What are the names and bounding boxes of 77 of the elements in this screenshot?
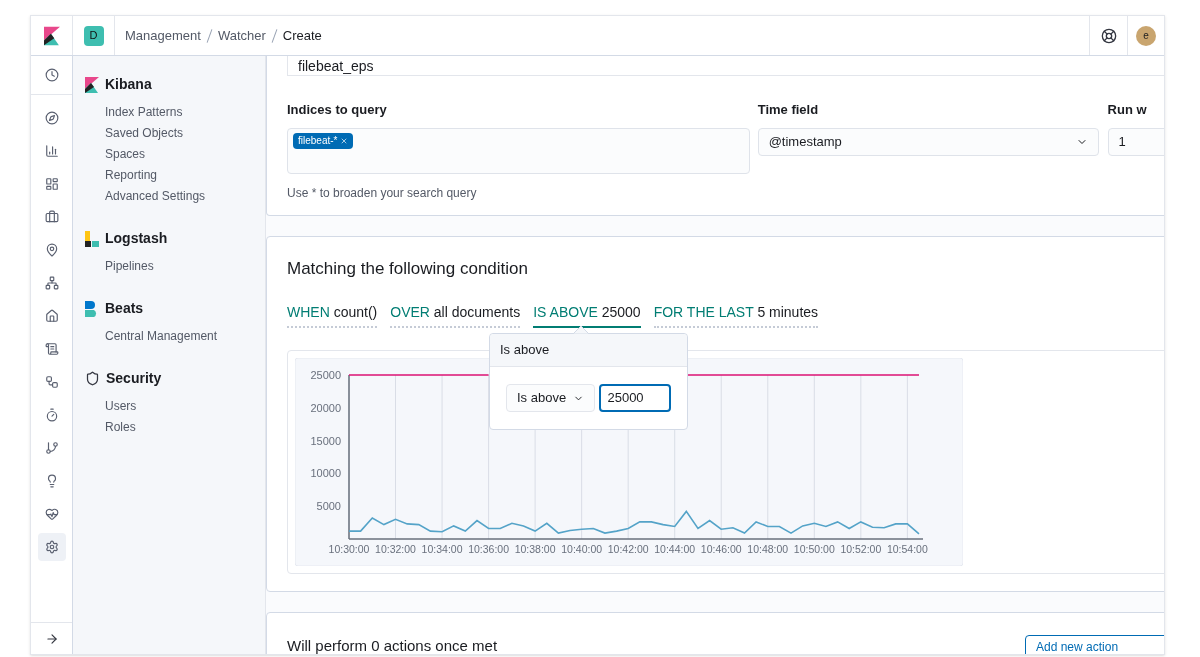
sidebar-link[interactable]: Users — [105, 396, 137, 415]
x-tick-label: 10:36:00 — [468, 542, 510, 555]
x-tick-label: 10:50:00 — [793, 542, 835, 555]
settings-icon — [44, 540, 59, 554]
breadcrumb-link[interactable]: Management — [125, 25, 201, 46]
add-action-button[interactable]: Add new action — [1025, 635, 1164, 654]
field-label: Run w — [1107, 101, 1148, 119]
bar-chart-icon — [44, 144, 59, 158]
sidebar-link[interactable]: Advanced Settings — [105, 186, 206, 205]
network-icon — [44, 276, 59, 290]
section-title: Matching the following condition — [287, 258, 529, 280]
sidebar-section-title: Kibana — [105, 75, 152, 94]
breadcrumb-link[interactable]: Watcher — [217, 25, 266, 46]
x-tick-label: 10:40:00 — [561, 542, 603, 555]
sidebar-section-title: Security — [106, 369, 162, 388]
popover-title: Is above — [500, 341, 550, 360]
x-tick-label: 10:52:00 — [840, 542, 882, 555]
index-tag[interactable]: filebeat-* — [293, 132, 354, 149]
map-pin-icon — [44, 243, 59, 257]
home-icon — [44, 309, 59, 323]
x-tick-label: 10:44:00 — [654, 542, 696, 555]
x-tick-label: 10:34:00 — [421, 542, 463, 555]
section-title: Will perform 0 actions once met — [287, 636, 498, 654]
workflow-icon — [44, 375, 59, 389]
remove-icon[interactable] — [340, 136, 349, 145]
x-tick-label: 10:48:00 — [747, 542, 789, 555]
user-avatar[interactable]: e — [1136, 25, 1156, 46]
condition-clause[interactable]: WHEN count() — [287, 301, 378, 328]
comparator-select[interactable]: Is above — [506, 384, 596, 412]
space-badge[interactable]: D — [83, 25, 104, 46]
dashboard-icon — [44, 177, 59, 191]
y-tick-label: 10000 — [310, 466, 341, 479]
field-label: Indices to query — [287, 101, 388, 119]
x-tick-label: 10:38:00 — [514, 542, 556, 555]
condition-clause[interactable]: IS ABOVE 25000 — [533, 301, 641, 328]
compass-icon — [44, 111, 59, 125]
shield-icon — [85, 371, 100, 386]
x-tick-label: 10:42:00 — [607, 542, 649, 555]
sidebar-link[interactable]: Central Management — [105, 326, 218, 345]
kibana-logo-icon — [85, 76, 99, 93]
field-label: Time field — [757, 101, 820, 119]
name-field[interactable]: filebeat_eps — [287, 56, 1164, 76]
heart-pulse-icon — [44, 507, 59, 521]
branch-icon — [44, 441, 59, 455]
run-interval-field[interactable]: 1 — [1107, 127, 1164, 156]
sidebar-link[interactable]: Roles — [105, 417, 136, 436]
logstash-logo-icon — [85, 230, 99, 247]
time-field-select[interactable]: @timestamp — [757, 127, 1099, 156]
x-tick-label: 10:46:00 — [700, 542, 742, 555]
nav-item[interactable] — [37, 533, 66, 561]
sidebar-link[interactable]: Spaces — [105, 144, 146, 163]
indices-combo-box[interactable]: filebeat-* — [287, 127, 750, 174]
sidebar-link[interactable]: Pipelines — [105, 256, 154, 275]
x-tick-label: 10:54:00 — [886, 542, 928, 555]
y-tick-label: 15000 — [310, 434, 341, 447]
y-tick-label: 20000 — [310, 401, 341, 414]
scroll-icon — [44, 342, 59, 356]
help-icon[interactable] — [1100, 27, 1117, 44]
beats-logo-icon — [85, 300, 99, 317]
help-text: Use * to broaden your search query — [287, 184, 478, 202]
timer-icon — [44, 408, 59, 422]
condition-clause[interactable]: FOR THE LAST 5 minutes — [653, 301, 819, 328]
y-tick-label: 5000 — [316, 499, 341, 512]
breadcrumb-link[interactable]: Create — [282, 25, 322, 46]
sidebar-link[interactable]: Reporting — [105, 165, 158, 184]
sidebar-section-title: Logstash — [105, 229, 168, 248]
briefcase-icon — [44, 210, 59, 224]
condition-clause[interactable]: OVER all documents — [390, 301, 521, 328]
x-tick-label: 10:30:00 — [328, 542, 370, 555]
kibana-logo-icon[interactable] — [43, 25, 60, 46]
y-tick-label: 25000 — [310, 368, 341, 381]
threshold-input[interactable]: 25000 — [599, 384, 671, 412]
sidebar-link[interactable]: Index Patterns — [105, 102, 183, 121]
sidebar-section-title: Beats — [105, 299, 144, 318]
sidebar-link[interactable]: Saved Objects — [105, 123, 184, 142]
x-tick-label: 10:32:00 — [375, 542, 416, 555]
clock-icon — [44, 68, 59, 82]
